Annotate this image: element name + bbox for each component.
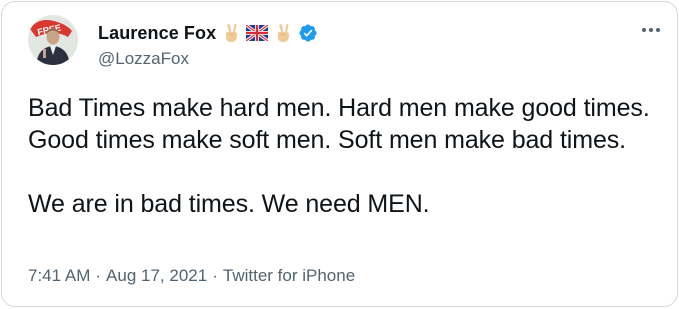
tweet-card: FREE Laurence Fox — [1, 1, 678, 307]
avatar[interactable]: FREE — [28, 15, 78, 65]
tweet-header: Laurence Fox @LozzaFox — [98, 22, 318, 69]
user-handle[interactable]: @LozzaFox — [98, 49, 318, 69]
tweet-date[interactable]: Aug 17, 2021 — [106, 266, 207, 286]
meta-separator: · — [95, 266, 102, 285]
victory-hand-icon — [222, 23, 240, 43]
tweet-source[interactable]: Twitter for iPhone — [223, 266, 355, 286]
tweet-paragraph: We are in bad times. We need MEN. — [28, 190, 430, 218]
display-name[interactable]: Laurence Fox — [98, 23, 216, 44]
tweet-text: Bad Times make hard men. Hard men make g… — [28, 92, 658, 220]
more-options-button[interactable] — [639, 21, 663, 39]
tweet-paragraph: Bad Times make hard men. Hard men make g… — [28, 94, 650, 154]
name-row: Laurence Fox — [98, 22, 318, 44]
victory-hand-icon — [274, 23, 292, 43]
meta-separator: · — [212, 266, 218, 285]
tweet-time[interactable]: 7:41 AM — [28, 266, 90, 286]
more-dots-icon — [642, 28, 660, 32]
tweet-meta: 7:41 AM · Aug 17, 2021 · Twitter for iPh… — [28, 266, 355, 286]
verified-badge-icon — [298, 23, 318, 43]
uk-flag-icon — [246, 23, 269, 43]
